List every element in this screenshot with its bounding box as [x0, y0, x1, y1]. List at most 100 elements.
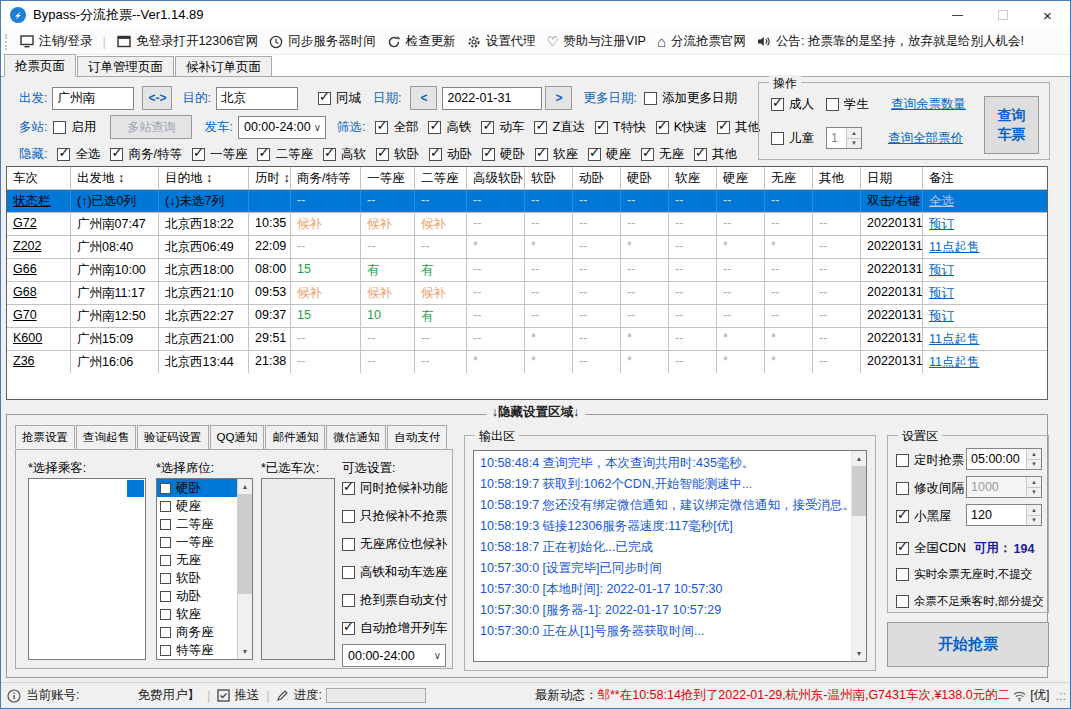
hidden-area-toggle[interactable]: ↓隐藏设置区域↓ [486, 404, 586, 421]
spinner-arrows[interactable]: ▲▼ [846, 128, 861, 148]
timed-grab-spinner[interactable]: 05:00:00▲▼ [966, 448, 1042, 470]
menu-item-5[interactable]: ♡赞助与注册VIP [547, 33, 646, 50]
hide-checkbox-2[interactable]: 一等座 [192, 146, 248, 163]
table-row-7[interactable]: Z36广州16:06北京西13:4421:38------**--*--**--… [7, 350, 1047, 373]
column-header-14[interactable]: 其他 [813, 167, 861, 189]
settings-tab-5[interactable]: 微信通知 [326, 425, 386, 449]
output-scrollbar[interactable]: ▲▼ [851, 451, 866, 661]
cell[interactable]: 11点起售 [923, 236, 1047, 258]
hide-checkbox-0[interactable]: 全选 [57, 146, 100, 163]
hide-checkbox-8[interactable]: 软座 [535, 146, 578, 163]
grab-option-checkbox[interactable]: 无座席位也候补 [342, 536, 448, 553]
grab-option-checkbox[interactable]: 自动抢增开列车 [342, 620, 448, 637]
adult-checkbox[interactable]: 成人 [771, 96, 814, 113]
column-header-16[interactable]: 备注 [923, 167, 1047, 189]
cell[interactable]: 全选 [923, 190, 1047, 212]
minimize-button[interactable] [935, 1, 980, 29]
hide-checkbox-9[interactable]: 硬座 [588, 146, 631, 163]
filter-checkbox-5[interactable]: K快速 [656, 119, 707, 136]
column-header-0[interactable]: 车次 [7, 167, 71, 189]
table-row-6[interactable]: K600广州15:09北京西21:0029:51--------*--*--**… [7, 327, 1047, 350]
column-header-7[interactable]: 高级软卧 [467, 167, 525, 189]
table-row-5[interactable]: G70广州南12:50北京西22:2709:371510有-----------… [7, 304, 1047, 327]
output-log[interactable]: 10:58:48:4 查询完毕，本次查询共用时:435毫秒。10:58:19:7… [473, 450, 867, 662]
settings-tab-2[interactable]: 验证码设置 [137, 425, 209, 449]
filter-checkbox-2[interactable]: 动车 [481, 119, 524, 136]
scroll-up-icon[interactable]: ▲ [852, 451, 866, 466]
settings-tab-6[interactable]: 自动支付 [387, 425, 447, 449]
grab-option-5[interactable]: 自动抢增开列车 [342, 620, 448, 637]
settings-tab-4[interactable]: 邮件通知 [265, 425, 325, 449]
scroll-down-icon[interactable]: ▼ [238, 644, 252, 659]
scroll-down-icon[interactable]: ▼ [852, 646, 866, 661]
filter-checkbox-3[interactable]: Z直达 [534, 119, 585, 136]
scroll-thumb[interactable] [238, 494, 252, 594]
menu-item-2[interactable]: 同步服务器时间 [269, 33, 376, 50]
table-row-2[interactable]: Z202广州08:40北京西06:4922:09------**--*--**-… [7, 235, 1047, 258]
hide-checkbox-7[interactable]: 硬卧 [482, 146, 525, 163]
child-checkbox[interactable]: 儿童 [771, 130, 814, 147]
menu-item-4[interactable]: 设置代理 [467, 33, 536, 50]
menu-item-3[interactable]: 检查更新 [387, 33, 456, 50]
cell[interactable]: Z202 [7, 236, 71, 258]
menu-item-7[interactable]: 公告: 抢票靠的是坚持，放弃就是给别人机会! [757, 33, 1024, 50]
start-grab-button[interactable]: 开始抢票 [887, 622, 1049, 667]
settings-tab-1[interactable]: 查询起售 [76, 425, 136, 449]
column-header-4[interactable]: 商务/特等 [291, 167, 361, 189]
hide-checkbox-1[interactable]: 商务/特等 [110, 146, 181, 163]
query-remaining-link[interactable]: 查询余票数量 [891, 96, 966, 113]
student-checkbox[interactable]: 学生 [826, 96, 869, 113]
main-tab-2[interactable]: 候补订单页面 [175, 56, 272, 77]
column-header-5[interactable]: 一等座 [361, 167, 415, 189]
settings-tab-0[interactable]: 抢票设置 [15, 425, 75, 449]
scroll-up-icon[interactable]: ▲ [238, 479, 252, 494]
column-header-8[interactable]: 软卧 [525, 167, 573, 189]
cell[interactable]: 状态栏 [7, 190, 71, 212]
maximize-button[interactable] [980, 1, 1025, 29]
cell[interactable]: 预订 [923, 213, 1047, 235]
cell[interactable]: 预订 [923, 259, 1047, 281]
column-header-9[interactable]: 动卧 [573, 167, 621, 189]
seat-scrollbar[interactable]: ▲▼ [237, 479, 252, 659]
hide-checkbox-3[interactable]: 二等座 [257, 146, 313, 163]
main-tab-0[interactable]: 抢票页面 [4, 54, 76, 77]
grab-time-select[interactable]: 00:00-24:00∨ [342, 644, 446, 667]
partial-submit-checkbox[interactable]: 余票不足乘客时,部分提交 [896, 594, 1044, 609]
table-row-1[interactable]: G72广州南07:47北京西18:2210:35候补候补候补----------… [7, 212, 1047, 235]
filter-checkbox-4[interactable]: T特快 [595, 119, 646, 136]
close-button[interactable]: × [1025, 1, 1070, 29]
column-header-1[interactable]: 出发地 ↕ [71, 167, 159, 189]
grab-option-4[interactable]: 抢到票自动支付 [342, 592, 448, 609]
spinner-arrows[interactable]: ▲▼ [1026, 477, 1041, 497]
column-header-2[interactable]: 目的地 ↕ [159, 167, 249, 189]
multi-enable-checkbox[interactable]: 启用 [53, 119, 96, 136]
timed-grab-checkbox[interactable]: 定时抢票 [896, 452, 964, 469]
settings-tab-3[interactable]: QQ通知 [210, 425, 265, 449]
cell[interactable]: G70 [7, 305, 71, 327]
to-input[interactable] [216, 87, 298, 110]
swap-button[interactable]: <-> [142, 86, 172, 110]
column-header-12[interactable]: 硬座 [717, 167, 765, 189]
menu-item-0[interactable]: 注销/登录 [20, 33, 92, 50]
spinner-arrows[interactable]: ▲▼ [1026, 505, 1041, 525]
cell[interactable]: 预订 [923, 282, 1047, 304]
grab-option-0[interactable]: 同时抢候补功能 [342, 480, 448, 497]
column-header-13[interactable]: 无座 [765, 167, 813, 189]
menu-item-6[interactable]: ⌂分流抢票官网 [657, 33, 746, 50]
menu-item-1[interactable]: 免登录打开12306官网 [117, 33, 258, 50]
interval-checkbox[interactable]: 修改间隔 [896, 480, 964, 497]
blackroom-checkbox[interactable]: 小黑屋 [896, 508, 952, 525]
seat-listbox[interactable]: 硬卧硬座二等座一等座无座软卧动卧软座商务座特等座 ▲▼ [156, 478, 253, 660]
blackroom-spinner[interactable]: 120▲▼ [966, 504, 1042, 526]
column-header-6[interactable]: 二等座 [415, 167, 467, 189]
grab-option-checkbox[interactable]: 只抢候补不抢票 [342, 508, 448, 525]
filter-checkbox-1[interactable]: 高铁 [428, 119, 471, 136]
passenger-listbox[interactable] [28, 478, 146, 660]
grab-option-checkbox[interactable]: 高铁和动车选座 [342, 564, 448, 581]
spinner-arrows[interactable]: ▲▼ [1026, 449, 1041, 469]
push-label[interactable]: 推送 [234, 687, 259, 704]
cdn-checkbox[interactable]: 全国CDN [896, 540, 966, 557]
interval-spinner[interactable]: 1000▲▼ [966, 476, 1042, 498]
grab-option-1[interactable]: 只抢候补不抢票 [342, 508, 448, 525]
multi-query-button[interactable]: 多站查询 [110, 115, 192, 139]
